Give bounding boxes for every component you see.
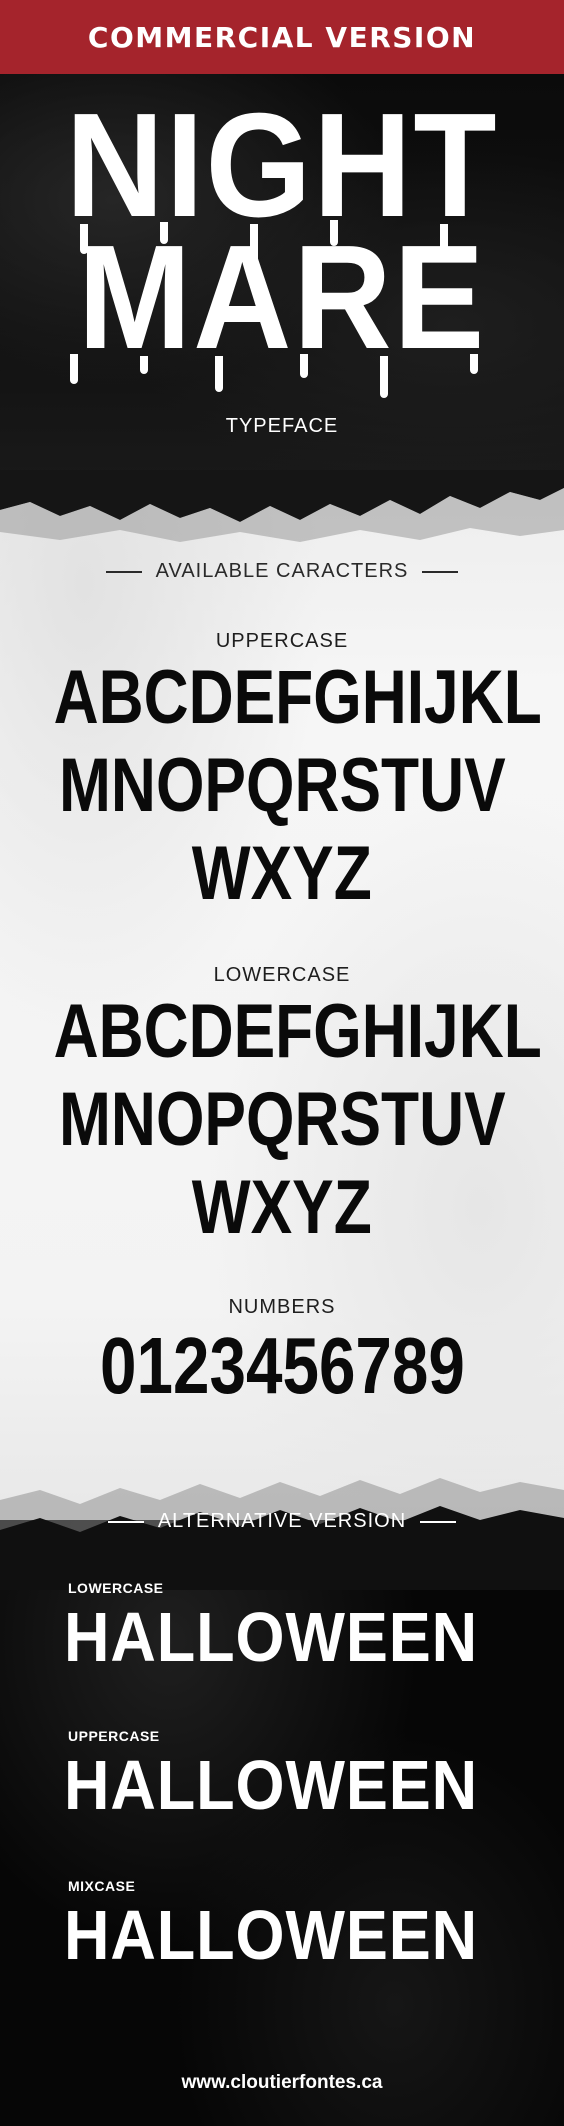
- uppercase-row-1: ABCDEFGHIJKL: [53, 655, 542, 740]
- alt-uppercase-sample: HALLOWEEN: [64, 1746, 479, 1824]
- uppercase-label: UPPERCASE: [215, 630, 349, 652]
- alternative-version-heading-text: ALTERNATIVE VERSION: [157, 1510, 407, 1532]
- heading-rule-right: [420, 1520, 457, 1523]
- commercial-version-banner: COMMERCIAL VERSION: [0, 0, 564, 74]
- typeface-subtitle: TYPEFACE: [225, 415, 339, 437]
- heading-rule-right: [422, 570, 459, 573]
- lowercase-row-1: ABCDEFGHIJKL: [53, 989, 542, 1074]
- alt-lowercase-label: LOWERCASE: [68, 1580, 164, 1596]
- banner-text: COMMERCIAL VERSION: [87, 20, 477, 54]
- hero-title-line2: MARE: [77, 215, 487, 380]
- alt-mixcase-label: MIXCASE: [68, 1878, 136, 1894]
- uppercase-row-2: MNOPQRSTUV: [58, 743, 506, 828]
- website-link[interactable]: www.cloutierfontes.ca: [0, 2072, 564, 2094]
- available-characters-heading: AVAILABLE CARACTERS: [0, 560, 564, 583]
- heading-rule-left: [105, 570, 142, 573]
- torn-edge-top: [0, 470, 564, 542]
- alt-lowercase-sample: HALLOWEEN: [64, 1598, 479, 1676]
- heading-rule-left: [107, 1520, 144, 1523]
- alt-mixcase-sample: HALLOWEEN: [64, 1896, 479, 1974]
- lowercase-row-3: WXYZ: [191, 1165, 373, 1250]
- alt-uppercase-label: UPPERCASE: [68, 1728, 160, 1744]
- available-characters-heading-text: AVAILABLE CARACTERS: [155, 560, 409, 582]
- font-showcase-page: COMMERCIAL VERSION NIGHT MARE TYPEFACE A…: [0, 0, 564, 2126]
- lowercase-row-2: MNOPQRSTUV: [58, 1077, 506, 1162]
- numbers-row: 0123456789: [99, 1321, 465, 1410]
- alternative-version-heading: ALTERNATIVE VERSION: [0, 1510, 564, 1533]
- numbers-label: NUMBERS: [228, 1296, 336, 1318]
- lowercase-label: LOWERCASE: [213, 964, 351, 986]
- uppercase-row-3: WXYZ: [191, 831, 373, 916]
